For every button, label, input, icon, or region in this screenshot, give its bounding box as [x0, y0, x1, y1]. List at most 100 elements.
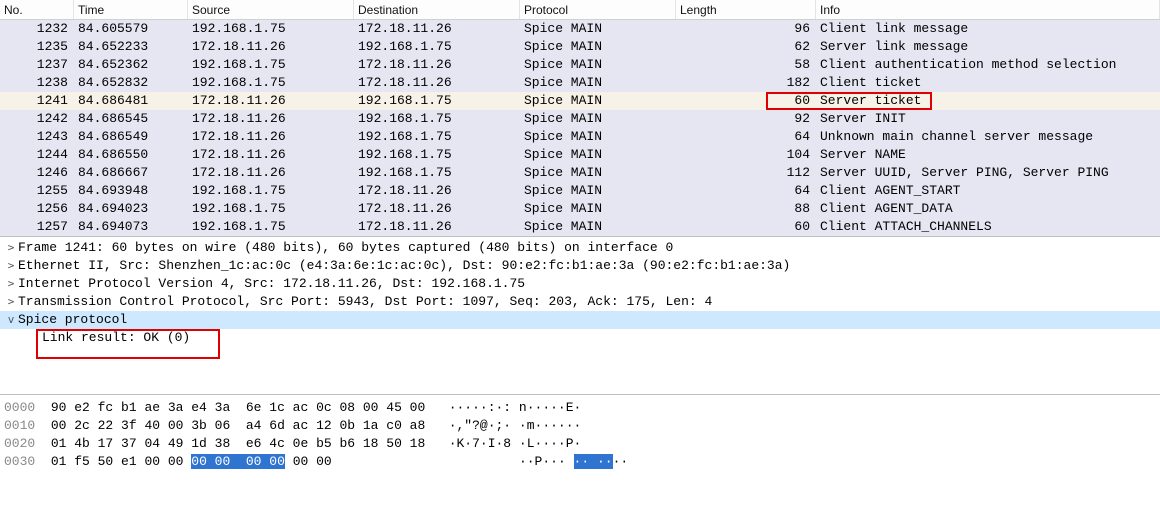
packet-row[interactable]: 123884.652832192.168.1.75172.18.11.26Spi… — [0, 74, 1160, 92]
col-header-info[interactable]: Info — [816, 0, 1160, 19]
packet-row[interactable]: 124184.686481172.18.11.26192.168.1.75Spi… — [0, 92, 1160, 110]
hex-ascii-selected: ·· ·· — [574, 454, 613, 469]
expander-icon[interactable]: > — [4, 257, 18, 275]
tree-link-result[interactable]: Link result: OK (0) — [0, 329, 1160, 347]
cell-protocol: Spice MAIN — [520, 182, 676, 200]
hex-line[interactable]: 0030 01 f5 50 e1 00 00 00 00 00 00 00 00… — [4, 453, 1160, 471]
cell-protocol: Spice MAIN — [520, 128, 676, 146]
tree-frame[interactable]: > Frame 1241: 60 bytes on wire (480 bits… — [0, 239, 1160, 257]
cell-destination: 172.18.11.26 — [354, 20, 520, 38]
packet-row[interactable]: 125684.694023192.168.1.75172.18.11.26Spi… — [0, 200, 1160, 218]
cell-length: 92 — [676, 110, 816, 128]
cell-time: 84.693948 — [74, 182, 188, 200]
cell-info: Client AGENT_DATA — [816, 200, 1160, 218]
col-header-protocol[interactable]: Protocol — [520, 0, 676, 19]
cell-source: 192.168.1.75 — [188, 182, 354, 200]
cell-no: 1243 — [0, 128, 74, 146]
cell-no: 1246 — [0, 164, 74, 182]
packet-list-body[interactable]: 123284.605579192.168.1.75172.18.11.26Spi… — [0, 20, 1160, 236]
cell-no: 1244 — [0, 146, 74, 164]
packet-row[interactable]: 124284.686545172.18.11.26192.168.1.75Spi… — [0, 110, 1160, 128]
cell-destination: 172.18.11.26 — [354, 56, 520, 74]
hex-bytes-pre: 01 f5 50 e1 00 00 — [51, 454, 191, 469]
hex-ascii: ·····:·: n·····E· — [449, 400, 582, 415]
hex-bytes-selected: 00 00 00 00 — [191, 454, 285, 469]
packet-row[interactable]: 123284.605579192.168.1.75172.18.11.26Spi… — [0, 20, 1160, 38]
cell-source: 192.168.1.75 — [188, 200, 354, 218]
expander-icon[interactable]: > — [4, 293, 18, 311]
cell-destination: 192.168.1.75 — [354, 128, 520, 146]
tree-ip[interactable]: > Internet Protocol Version 4, Src: 172.… — [0, 275, 1160, 293]
packet-row[interactable]: 124684.686667172.18.11.26192.168.1.75Spi… — [0, 164, 1160, 182]
cell-time: 84.652832 — [74, 74, 188, 92]
tree-ethernet[interactable]: > Ethernet II, Src: Shenzhen_1c:ac:0c (e… — [0, 257, 1160, 275]
cell-length: 88 — [676, 200, 816, 218]
cell-destination: 192.168.1.75 — [354, 38, 520, 56]
col-header-source[interactable]: Source — [188, 0, 354, 19]
expander-icon[interactable]: > — [4, 239, 18, 257]
cell-time: 84.694023 — [74, 200, 188, 218]
hex-offset: 0010 — [4, 418, 35, 433]
cell-protocol: Spice MAIN — [520, 218, 676, 236]
cell-length: 60 — [676, 218, 816, 236]
cell-time: 84.686667 — [74, 164, 188, 182]
packet-row[interactable]: 123784.652362192.168.1.75172.18.11.26Spi… — [0, 56, 1160, 74]
cell-info: Client ticket — [816, 74, 1160, 92]
expander-down-icon[interactable]: v — [4, 311, 18, 329]
packet-row[interactable]: 123584.652233172.18.11.26192.168.1.75Spi… — [0, 38, 1160, 56]
cell-time: 84.686545 — [74, 110, 188, 128]
packet-row[interactable]: 124384.686549172.18.11.26192.168.1.75Spi… — [0, 128, 1160, 146]
hex-offset: 0000 — [4, 400, 35, 415]
cell-destination: 192.168.1.75 — [354, 110, 520, 128]
cell-no: 1256 — [0, 200, 74, 218]
cell-length: 62 — [676, 38, 816, 56]
col-header-no[interactable]: No. — [0, 0, 74, 19]
packet-row[interactable]: 124484.686550172.18.11.26192.168.1.75Spi… — [0, 146, 1160, 164]
cell-protocol: Spice MAIN — [520, 38, 676, 56]
cell-time: 84.605579 — [74, 20, 188, 38]
tree-ethernet-text: Ethernet II, Src: Shenzhen_1c:ac:0c (e4:… — [18, 257, 790, 275]
cell-no: 1241 — [0, 92, 74, 110]
tree-spice-text: Spice protocol — [18, 311, 127, 329]
cell-protocol: Spice MAIN — [520, 110, 676, 128]
hex-bytes: 90 e2 fc b1 ae 3a e4 3a 6e 1c ac 0c 08 0… — [51, 400, 425, 415]
cell-protocol: Spice MAIN — [520, 56, 676, 74]
hex-ascii: ·K·7·I·8 ·L····P· — [449, 436, 582, 451]
hex-line[interactable]: 0010 00 2c 22 3f 40 00 3b 06 a4 6d ac 12… — [4, 417, 1160, 435]
tree-link-result-text: Link result: OK (0) — [42, 329, 190, 347]
hex-line[interactable]: 0000 90 e2 fc b1 ae 3a e4 3a 6e 1c ac 0c… — [4, 399, 1160, 417]
packet-row[interactable]: 125584.693948192.168.1.75172.18.11.26Spi… — [0, 182, 1160, 200]
packet-row[interactable]: 125784.694073192.168.1.75172.18.11.26Spi… — [0, 218, 1160, 236]
cell-destination: 192.168.1.75 — [354, 92, 520, 110]
cell-destination: 192.168.1.75 — [354, 164, 520, 182]
col-header-destination[interactable]: Destination — [354, 0, 520, 19]
tree-tcp-text: Transmission Control Protocol, Src Port:… — [18, 293, 712, 311]
col-header-time[interactable]: Time — [74, 0, 188, 19]
tree-spice[interactable]: v Spice protocol — [0, 311, 1160, 329]
cell-source: 172.18.11.26 — [188, 92, 354, 110]
cell-info: Client link message — [816, 20, 1160, 38]
hex-line[interactable]: 0020 01 4b 17 37 04 49 1d 38 e6 4c 0e b5… — [4, 435, 1160, 453]
cell-length: 60 — [676, 92, 816, 110]
cell-time: 84.694073 — [74, 218, 188, 236]
cell-info: Client authentication method selection — [816, 56, 1160, 74]
hex-offset: 0020 — [4, 436, 35, 451]
expander-icon[interactable]: > — [4, 275, 18, 293]
packet-list-header[interactable]: No. Time Source Destination Protocol Len… — [0, 0, 1160, 20]
hex-offset: 0030 — [4, 454, 35, 469]
cell-no: 1237 — [0, 56, 74, 74]
hex-dump-pane[interactable]: 0000 90 e2 fc b1 ae 3a e4 3a 6e 1c ac 0c… — [0, 395, 1160, 475]
packet-details-pane[interactable]: > Frame 1241: 60 bytes on wire (480 bits… — [0, 237, 1160, 395]
cell-destination: 172.18.11.26 — [354, 182, 520, 200]
hex-bytes: 01 4b 17 37 04 49 1d 38 e6 4c 0e b5 b6 1… — [51, 436, 425, 451]
hex-ascii-post: ·· — [613, 454, 629, 469]
col-header-length[interactable]: Length — [676, 0, 816, 19]
expander-blank — [4, 329, 18, 347]
tree-tcp[interactable]: > Transmission Control Protocol, Src Por… — [0, 293, 1160, 311]
cell-protocol: Spice MAIN — [520, 20, 676, 38]
cell-destination: 172.18.11.26 — [354, 74, 520, 92]
packet-list-pane[interactable]: No. Time Source Destination Protocol Len… — [0, 0, 1160, 237]
cell-time: 84.686481 — [74, 92, 188, 110]
cell-info: Server INIT — [816, 110, 1160, 128]
cell-length: 182 — [676, 74, 816, 92]
